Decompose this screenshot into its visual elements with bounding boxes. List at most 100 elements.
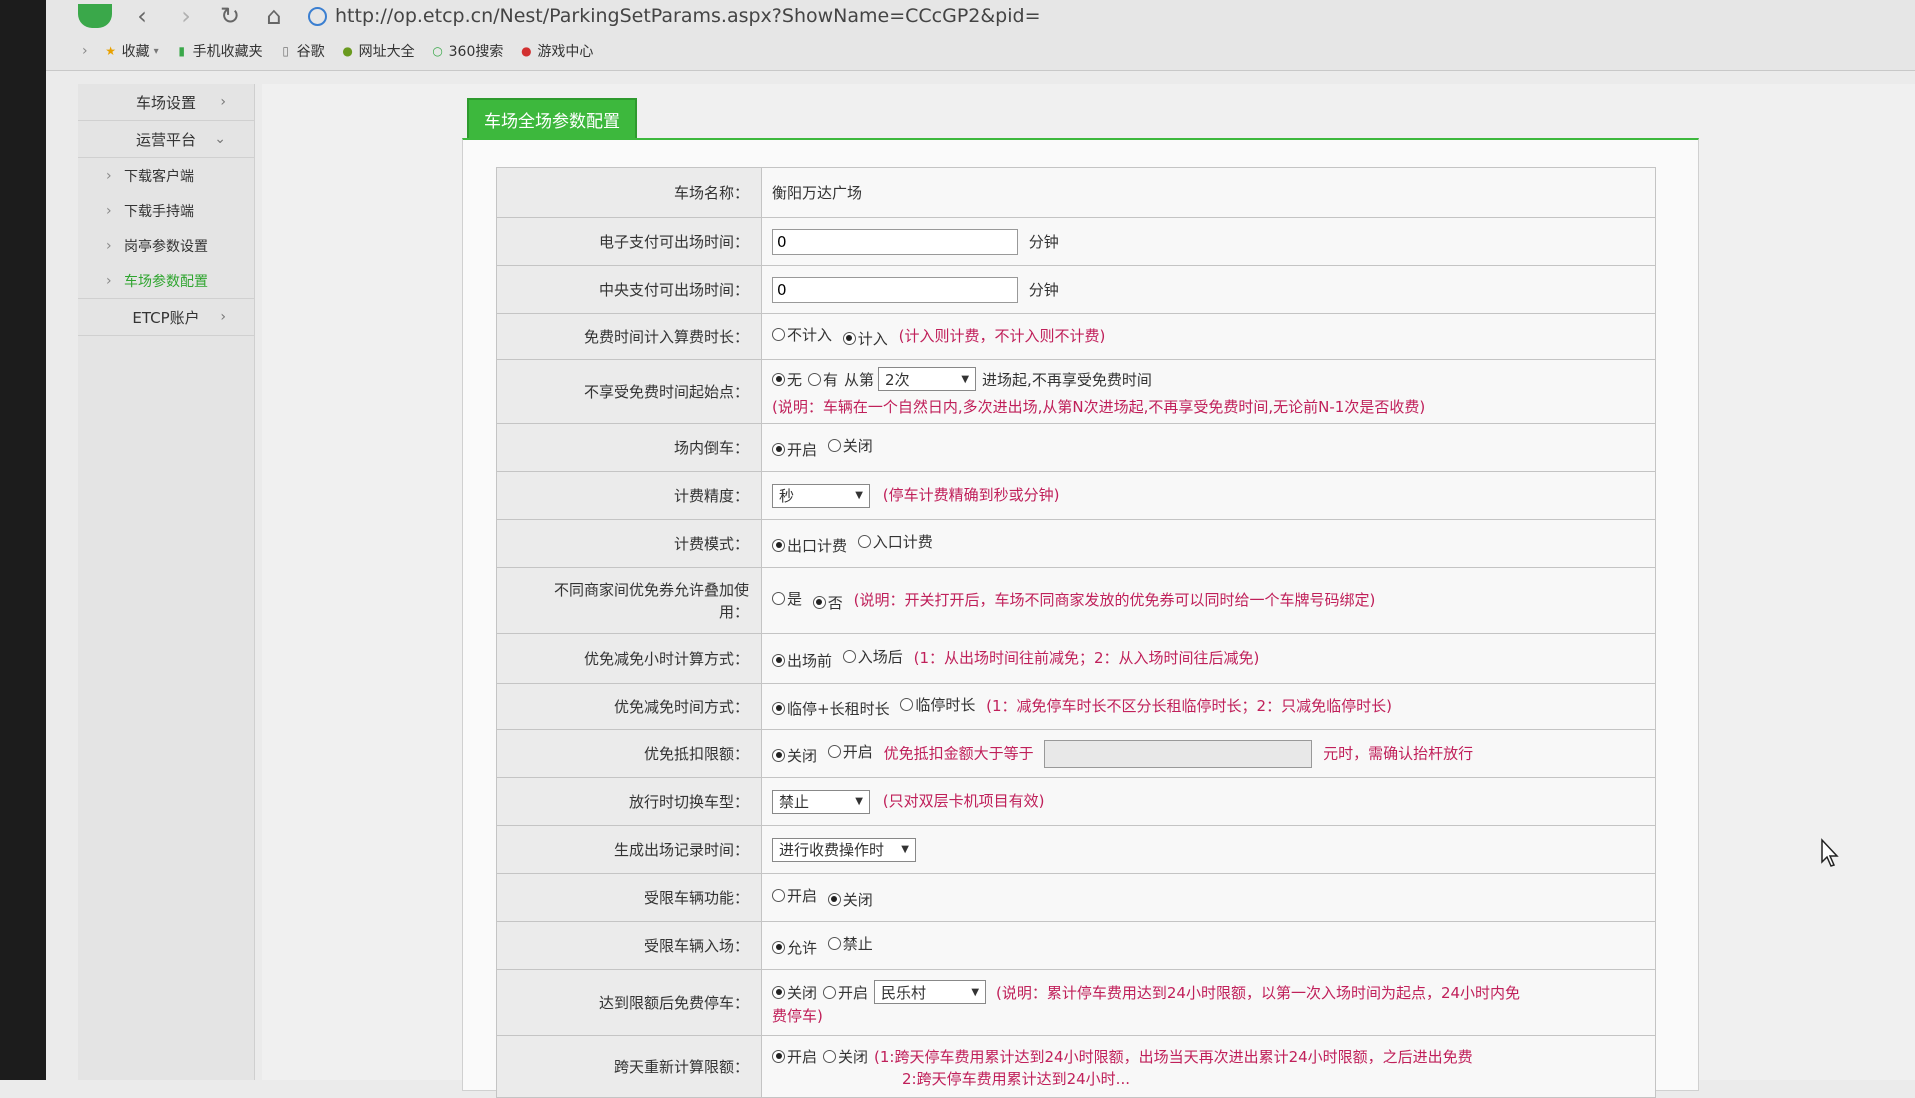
radio-yes[interactable]: 是 [772,588,802,609]
star-icon: ★ [105,44,116,58]
radio-off[interactable]: 关闭 [827,889,873,910]
radio-label: 关闭 [838,1047,869,1066]
radio-off[interactable]: 关闭 [823,1046,868,1067]
label-line: 不同商家间优免券允许叠加使 [553,580,749,599]
sidebar-sub-download-handheld[interactable]: 下载手持端 [78,193,254,228]
fav-google[interactable]: ▯ 谷歌 [279,41,324,61]
back-icon[interactable]: ‹ [128,2,156,30]
settings-form: 车场名称： 衡阳万达广场 电子支付可出场时间： 分钟 中央支付可出场时间： 分钟… [496,167,1656,1098]
radio-count[interactable]: 计入 [842,328,888,349]
radio-circle [842,331,856,345]
radio-circle [812,595,826,609]
panel-tab[interactable]: 车场全场参数配置 [467,98,637,138]
fav-collect[interactable]: ★ 收藏 ▾ [104,41,158,61]
radio-circle [808,372,822,386]
sidebar-item-parking-settings[interactable]: 车场设置 › [78,84,254,121]
radio-exit-billing[interactable]: 出口计费 [772,535,847,556]
fav-search[interactable]: ○ 360搜索 [431,41,503,61]
sidebar-item-operations[interactable]: 运营平台 ⌄ [78,121,254,158]
radio-on[interactable]: 开启 [823,982,868,1003]
row-central-pay-exit-time: 中央支付可出场时间： 分钟 [496,265,1656,314]
radio-entry-billing[interactable]: 入口计费 [857,531,933,552]
screen-bezel [0,0,46,1080]
dropdown-arrow-icon: ▼ [855,490,863,501]
select-value: 禁止 [779,793,810,811]
fav-label: 网址大全 [358,44,415,60]
note-text: 优免抵扣金额大于等于 [883,744,1034,762]
radio-circle [772,701,785,715]
central-pay-exit-time-input[interactable] [772,276,1018,303]
field-value: 出场前 入场后 (1：从出场时间往前减免；2：从入场时间往后减免) [761,633,1656,684]
game-icon: ● [521,44,532,58]
radio-label: 关闭 [842,890,873,909]
row-restricted-vehicle-entry: 受限车辆入场： 允许 禁止 [496,921,1656,970]
home-icon[interactable]: ⌂ [260,2,288,30]
sidebar-item-etcp-account[interactable]: ETCP账户 › [78,298,254,336]
chevron-right-icon[interactable]: › [82,43,88,59]
browser-chrome: ‹ › ↻ ⌂ http://op.etcp.cn/Nest/ParkingSe… [46,0,1915,71]
radio-circle [772,985,785,999]
dropdown-arrow-icon: ▼ [855,796,863,807]
field-value: 临停+长租时长 临停时长 (1：减免停车时长不区分长租临停时长；2：只减免临停时… [761,683,1656,730]
fav-sites[interactable]: ● 网址大全 [341,41,415,61]
field-label: 中央支付可出场时间： [496,265,762,314]
radio-after-entry[interactable]: 入场后 [842,646,903,667]
field-value: 无 有 从第 2次 ▼ 进场起,不再享受免费时间 (说明：车辆在一个自然日内,多次… [761,359,1656,424]
precision-select[interactable]: 秒 ▼ [772,483,870,508]
radio-have[interactable]: 有 [808,369,838,390]
sidebar-sub-booth-params[interactable]: 岗亭参数设置 [78,228,254,263]
sidebar-sub-download-client[interactable]: 下载客户端 [78,158,254,193]
suffix-text: 进场起,不再享受免费时间 [982,370,1152,389]
radio-label: 关闭 [842,437,873,456]
radio-label: 入场后 [857,648,903,667]
radio-off[interactable]: 关闭 [827,435,873,456]
exit-record-time-select[interactable]: 进行收费操作时 ▼ [772,837,916,862]
page-icon: ▯ [282,44,289,58]
vehicle-type-select[interactable]: 禁止 ▼ [772,789,870,814]
field-label: 不享受免费时间起始点： [496,359,762,424]
radio-circle [823,1049,837,1063]
refresh-icon[interactable]: ↻ [216,2,244,30]
radio-off[interactable]: 关闭 [772,745,817,766]
field-label: 车场名称： [496,167,762,218]
radio-on[interactable]: 开启 [772,439,817,460]
sidebar-sub-parking-params[interactable]: 车场参数配置 [78,263,254,298]
radio-circle [772,592,785,606]
field-value: 不计入 计入 (计入则计费，不计入则不计费) [761,313,1656,360]
radio-label: 入口计费 [872,533,933,552]
radio-allow[interactable]: 允许 [772,937,817,958]
radio-circle [823,985,837,999]
field-value: 允许 禁止 [761,921,1656,970]
radio-off[interactable]: 关闭 [772,982,817,1003]
field-label: 达到限额后免费停车： [496,969,762,1036]
note-text: (1:跨天停车费用累计达到24小时限额，出场当天再次进出累计24小时限额，之后进… [874,1047,1473,1066]
note-text: (说明：车辆在一个自然日内,多次进出场,从第N次进场起,不再享受免费时间,无论前… [772,398,1426,416]
fav-mobile[interactable]: ▮ 手机收藏夹 [175,41,262,61]
browser-logo-icon [78,4,112,28]
radio-forbid[interactable]: 禁止 [827,933,873,954]
radio-temp-only[interactable]: 临停时长 [900,694,975,715]
field-label: 优免减免小时计算方式： [496,633,762,684]
radio-before-exit[interactable]: 出场前 [772,650,832,671]
forward-icon[interactable]: › [172,2,200,30]
radio-on[interactable]: 开启 [772,1046,817,1067]
radio-label: 无 [787,370,803,389]
discount-limit-input[interactable] [1044,739,1313,768]
radio-none[interactable]: 无 [772,369,802,390]
chevron-down-icon: ⌄ [214,131,226,147]
epay-exit-time-input[interactable] [772,228,1018,255]
radio-temp-plus-longterm[interactable]: 临停+长租时长 [772,698,890,719]
address-bar[interactable]: http://op.etcp.cn/Nest/ParkingSetParams.… [308,2,1041,30]
row-epay-exit-time: 电子支付可出场时间： 分钟 [496,217,1656,266]
nth-entry-select[interactable]: 2次 ▼ [878,367,977,391]
globe-icon: ● [342,44,353,58]
note-text: 元时，需确认抬杆放行 [1323,744,1474,762]
radio-no[interactable]: 否 [812,592,843,613]
field-label: 放行时切换车型： [496,777,762,826]
limit-scope-select[interactable]: 民乐村 ▼ [874,980,987,1004]
fav-games[interactable]: ● 游戏中心 [519,41,593,61]
field-label: 计费精度： [496,471,762,520]
radio-on[interactable]: 开启 [772,885,817,906]
radio-on[interactable]: 开启 [827,741,873,762]
radio-not-count[interactable]: 不计入 [772,324,832,345]
